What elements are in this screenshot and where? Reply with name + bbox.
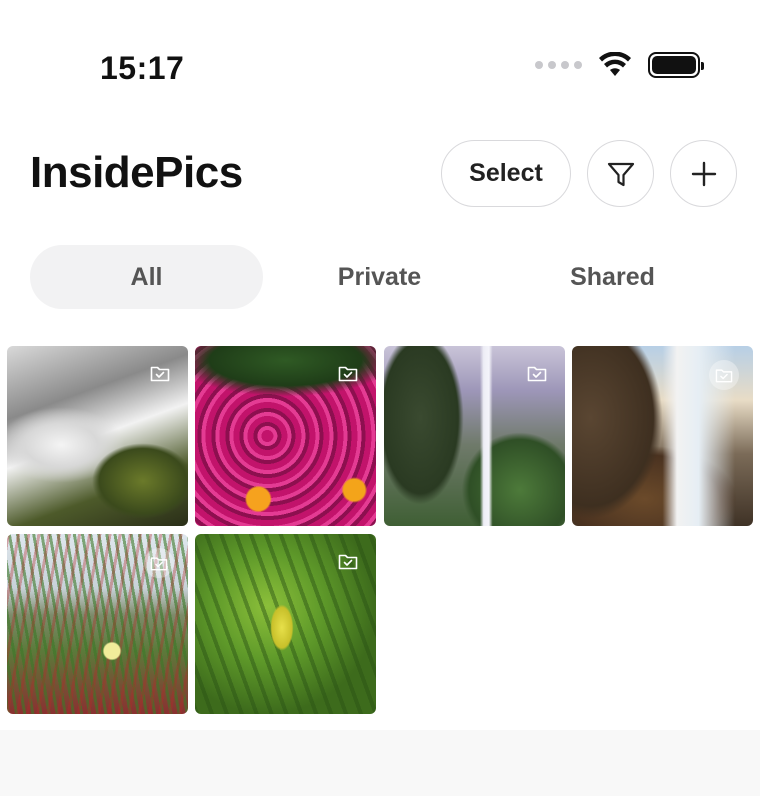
battery-icon (648, 52, 704, 78)
tab-all[interactable]: All (30, 245, 263, 309)
folder-check-icon (144, 548, 174, 578)
folder-check-icon (709, 360, 739, 390)
add-button[interactable] (670, 140, 737, 207)
folder-check-icon (150, 366, 170, 382)
segmented-tabs: All Private Shared (30, 245, 730, 309)
funnel-icon (607, 162, 634, 186)
page-title: InsidePics (30, 148, 243, 197)
photo-thumbnail-magenta-flowers[interactable] (195, 346, 376, 526)
photo-thumbnail-coastal-grass[interactable] (7, 534, 188, 714)
status-icons (535, 52, 704, 78)
plus-icon (691, 161, 716, 186)
tab-private[interactable]: Private (263, 245, 496, 309)
photo-thumbnail-green-leaves[interactable] (195, 534, 376, 714)
photo-thumbnail-waterfall-rocks[interactable] (7, 346, 188, 526)
photo-library-screen: 15:17 InsidePics Select All Private Shar… (0, 0, 760, 796)
folder-check-icon (338, 554, 358, 570)
filter-button[interactable] (587, 140, 654, 207)
bottom-area (0, 730, 760, 796)
status-time: 15:17 (100, 50, 185, 86)
select-button[interactable]: Select (441, 140, 571, 207)
wifi-icon (599, 52, 631, 76)
photo-thumbnail-misty-waterfall[interactable] (384, 346, 565, 526)
photo-thumbnail-cliff-waterfall[interactable] (572, 346, 753, 526)
folder-check-icon (338, 366, 358, 382)
signal-dots-icon (535, 61, 582, 69)
folder-check-icon (527, 366, 547, 382)
tab-shared[interactable]: Shared (496, 245, 729, 309)
